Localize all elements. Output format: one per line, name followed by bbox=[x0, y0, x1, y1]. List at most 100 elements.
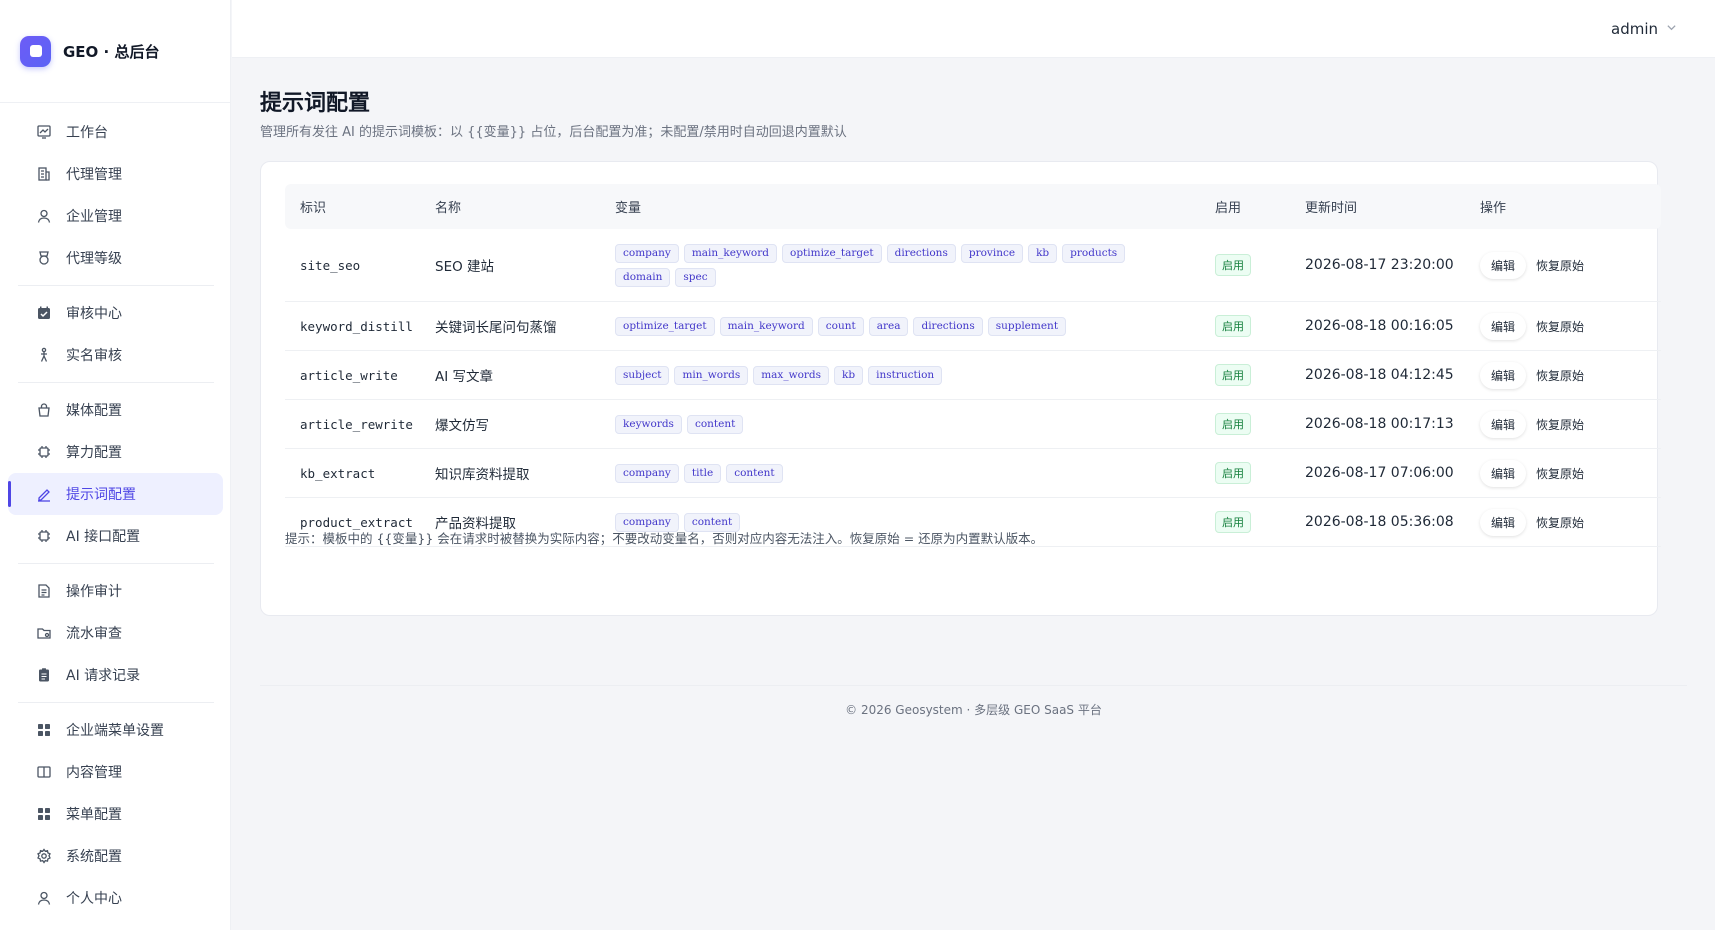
grid-icon bbox=[36, 806, 52, 822]
variable-tag: count bbox=[817, 316, 864, 336]
sidebar-item-label: 企业管理 bbox=[66, 209, 122, 225]
header-updated: 更新时间 bbox=[1305, 201, 1358, 216]
user-icon bbox=[36, 890, 52, 906]
chart-icon bbox=[36, 124, 52, 140]
variable-tag: main_keyword bbox=[683, 243, 777, 263]
sidebar-item-label: 系统配置 bbox=[66, 849, 122, 865]
row-ops: 编辑 恢复原始 bbox=[1480, 361, 1660, 389]
page-title: 提示词配置 bbox=[260, 91, 371, 116]
sidebar-item-label: 个人中心 bbox=[66, 891, 122, 907]
variable-tag: kb bbox=[1028, 243, 1058, 263]
edit-button[interactable]: 编辑 bbox=[1480, 251, 1527, 279]
restore-button[interactable]: 恢复原始 bbox=[1536, 513, 1585, 531]
row-id: article_write bbox=[300, 367, 398, 383]
variable-tag: instruction bbox=[868, 365, 943, 385]
row-vars: optimize_target main_keyword count area dire… bbox=[615, 316, 1215, 336]
edit-button[interactable]: 编辑 bbox=[1480, 508, 1527, 536]
sidebar-item-label: 工作台 bbox=[66, 125, 108, 141]
edit-button[interactable]: 编辑 bbox=[1480, 361, 1527, 389]
row-updated: 2026-08-18 04:12:45 bbox=[1305, 367, 1454, 383]
chip-icon bbox=[36, 528, 52, 544]
row-enabled: 启用 bbox=[1215, 413, 1305, 435]
sidebar-item-label: 媒体配置 bbox=[66, 403, 122, 419]
variable-tag: max_words bbox=[753, 365, 830, 385]
sidebar-item-4-1[interactable]: 内容管理 bbox=[8, 751, 223, 793]
variable-tag: content bbox=[686, 414, 744, 434]
restore-button[interactable]: 恢复原始 bbox=[1536, 415, 1585, 433]
person-icon bbox=[36, 347, 52, 363]
sidebar-divider bbox=[18, 285, 214, 286]
variable-tag: products bbox=[1062, 243, 1126, 263]
sidebar-item-label: 内容管理 bbox=[66, 765, 122, 781]
sidebar-item-label: 菜单配置 bbox=[66, 807, 122, 823]
user-menu[interactable]: admin bbox=[1611, 20, 1677, 38]
sidebar-item-0-2[interactable]: 企业管理 bbox=[8, 195, 223, 237]
edit-button[interactable]: 编辑 bbox=[1480, 410, 1527, 438]
variable-tag: spec bbox=[675, 267, 716, 287]
header-name: 名称 bbox=[435, 201, 462, 216]
restore-button[interactable]: 恢复原始 bbox=[1536, 256, 1585, 274]
row-name: 爆文仿写 bbox=[435, 418, 489, 434]
table-row: keyword_distill 关键词长尾问句蒸馏 optimize_target m… bbox=[285, 302, 1661, 351]
header-enabled: 启用 bbox=[1215, 201, 1242, 216]
sidebar-item-3-2[interactable]: AI 请求记录 bbox=[8, 654, 223, 696]
table-row: site_seo SEO 建站 company main_keyword optimiz… bbox=[285, 229, 1661, 302]
row-enabled: 启用 bbox=[1215, 511, 1305, 533]
sidebar-item-4-4[interactable]: 个人中心 bbox=[8, 877, 223, 919]
sidebar-item-1-0[interactable]: 审核中心 bbox=[8, 292, 223, 334]
user-name: admin bbox=[1611, 20, 1658, 38]
sidebar-divider bbox=[18, 382, 214, 383]
sidebar-item-2-0[interactable]: 媒体配置 bbox=[8, 389, 223, 431]
row-id: site_seo bbox=[300, 257, 361, 273]
sidebar-item-2-2[interactable]: 提示词配置 bbox=[8, 473, 223, 515]
grid-icon bbox=[36, 722, 52, 738]
document-icon bbox=[36, 583, 52, 599]
clipboard-icon bbox=[36, 667, 52, 683]
row-ops: 编辑 恢复原始 bbox=[1480, 508, 1660, 536]
sidebar-item-2-1[interactable]: 算力配置 bbox=[8, 431, 223, 473]
footer: © 2026 Geosystem · 多层级 GEO SaaS 平台 bbox=[845, 703, 1102, 717]
sidebar-item-0-1[interactable]: 代理管理 bbox=[8, 153, 223, 195]
restore-button[interactable]: 恢复原始 bbox=[1536, 366, 1585, 384]
edit-button[interactable]: 编辑 bbox=[1480, 312, 1527, 340]
table-body: site_seo SEO 建站 company main_keyword optimiz… bbox=[285, 229, 1661, 547]
sidebar-item-3-0[interactable]: 操作审计 bbox=[8, 570, 223, 612]
medal-icon bbox=[36, 250, 52, 266]
sidebar-item-4-2[interactable]: 菜单配置 bbox=[8, 793, 223, 835]
sidebar-item-label: AI 接口配置 bbox=[66, 529, 141, 545]
table-row: article_rewrite 爆文仿写 keywords content 启用 2026… bbox=[285, 400, 1661, 449]
sidebar-item-4-0[interactable]: 企业端菜单设置 bbox=[8, 709, 223, 751]
page-subtitle: 管理所有发往 AI 的提示词模板：以 {{变量}} 占位，后台配置为准；未配置/… bbox=[260, 125, 847, 140]
sidebar-item-2-3[interactable]: AI 接口配置 bbox=[8, 515, 223, 557]
sidebar-item-0-3[interactable]: 代理等级 bbox=[8, 237, 223, 279]
restore-button[interactable]: 恢复原始 bbox=[1536, 464, 1585, 482]
folder-icon bbox=[36, 625, 52, 641]
row-vars: company title content bbox=[615, 463, 1215, 483]
table-row: kb_extract 知识库资料提取 company title content 启用 20… bbox=[285, 449, 1661, 498]
sidebar-item-label: 流水审查 bbox=[66, 626, 122, 642]
sidebar-item-label: 提示词配置 bbox=[66, 487, 136, 503]
row-name: 关键词长尾问句蒸馏 bbox=[435, 320, 557, 336]
sidebar-item-3-1[interactable]: 流水审查 bbox=[8, 612, 223, 654]
sidebar-item-label: 代理管理 bbox=[66, 167, 122, 183]
sidebar-item-0-0[interactable]: 工作台 bbox=[8, 111, 223, 153]
row-ops: 编辑 恢复原始 bbox=[1480, 312, 1660, 340]
footer-divider bbox=[260, 685, 1687, 686]
enabled-badge: 启用 bbox=[1215, 254, 1251, 276]
variable-tag: province bbox=[960, 243, 1024, 263]
sidebar-item-label: 实名审核 bbox=[66, 348, 122, 364]
row-vars: subject min_words max_words kb instruction bbox=[615, 365, 1215, 385]
sidebar-item-1-1[interactable]: 实名审核 bbox=[8, 334, 223, 376]
edit-button[interactable]: 编辑 bbox=[1480, 459, 1527, 487]
variable-tag: optimize_target bbox=[782, 243, 882, 263]
bag-icon bbox=[36, 402, 52, 418]
sidebar-nav: 工作台代理管理企业管理代理等级审核中心实名审核媒体配置算力配置提示词配置 AI 接… bbox=[0, 103, 230, 919]
row-enabled: 启用 bbox=[1215, 315, 1305, 337]
brand[interactable]: GEO · 总后台 bbox=[0, 0, 230, 103]
variable-tag: company bbox=[615, 243, 679, 263]
main-content: 提示词配置 管理所有发往 AI 的提示词模板：以 {{变量}} 占位，后台配置为… bbox=[232, 58, 1715, 930]
sidebar-item-4-3[interactable]: 系统配置 bbox=[8, 835, 223, 877]
sidebar-item-label: AI 请求记录 bbox=[66, 668, 141, 684]
variable-tag: directions bbox=[886, 243, 956, 263]
restore-button[interactable]: 恢复原始 bbox=[1536, 317, 1585, 335]
